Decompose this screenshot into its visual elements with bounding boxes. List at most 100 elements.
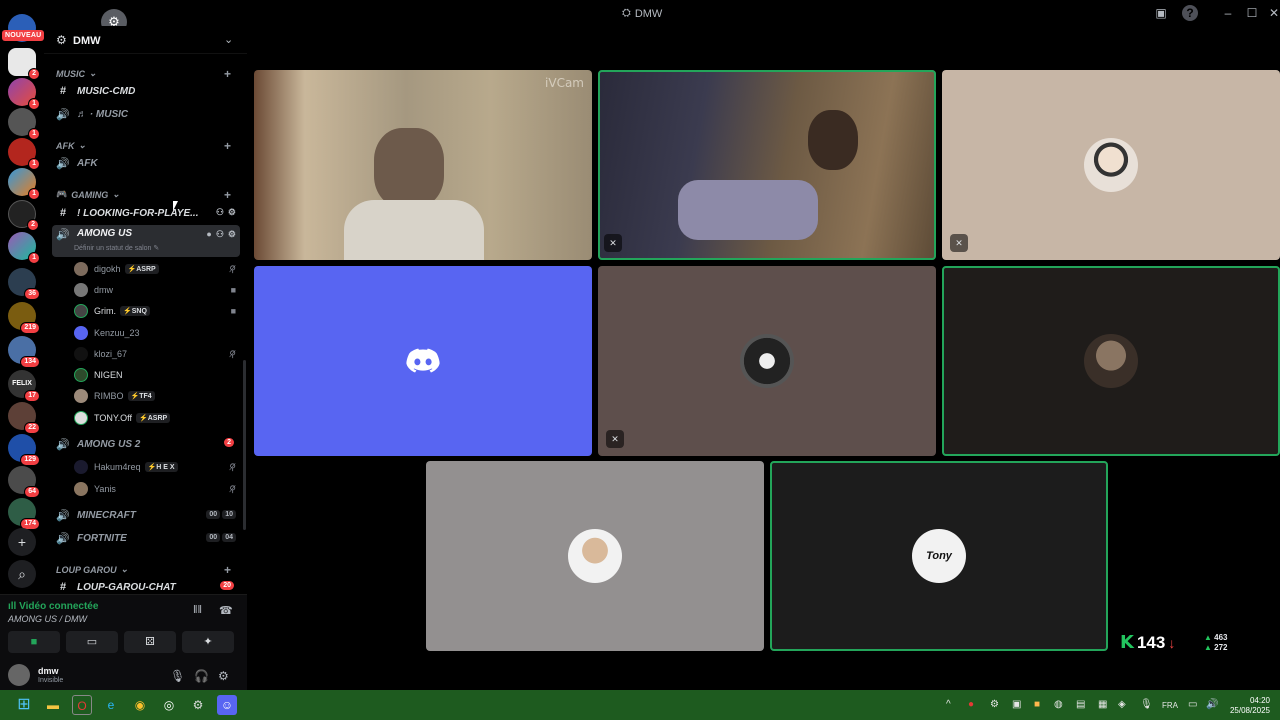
add-channel-icon[interactable]: + — [224, 67, 231, 81]
channel-looking-for-players[interactable]: # ! LOOKING-FOR-PLAYE... ⚇ ⚙ — [52, 203, 240, 223]
soundboard-button[interactable]: ✦ — [182, 631, 234, 653]
voice-location[interactable]: AMONG US / DMW — [8, 614, 87, 624]
tray-app-icon[interactable]: ◍ — [1054, 699, 1063, 710]
edge-icon[interactable]: e — [101, 695, 121, 715]
channel-afk[interactable]: 🔊 AFK — [52, 153, 240, 173]
voice-user[interactable]: digokh ⚡ASRP ⚲̸ — [74, 259, 240, 279]
server-blue2-icon[interactable]: 129 — [8, 434, 40, 466]
person-body — [678, 180, 818, 240]
video-tile-camera-1[interactable]: iVCam — [254, 70, 592, 260]
tray-app-icon[interactable]: ◈ — [1118, 699, 1126, 710]
tray-app-icon[interactable]: ■ — [1034, 699, 1040, 710]
opera-gx-icon[interactable]: O — [72, 695, 92, 715]
settings-icon[interactable]: ⚙ — [218, 669, 229, 683]
scrollbar[interactable] — [243, 360, 246, 530]
video-tile-camera-2[interactable]: ✕ — [598, 70, 936, 260]
close-button[interactable]: ✕ — [1266, 5, 1280, 21]
chevron-down-icon[interactable]: ⌄ — [224, 33, 233, 46]
voice-user[interactable]: dmw ■ — [74, 280, 240, 300]
category-loup-garou[interactable]: LOUP GAROU ⌄ + — [56, 563, 231, 577]
chat-icon[interactable]: ● — [206, 229, 211, 240]
add-server-icon[interactable]: + — [8, 528, 36, 556]
channel-minecraft[interactable]: 🔊 MINECRAFT 00 10 — [52, 505, 240, 525]
voice-user[interactable]: Kenzuu_23 — [74, 323, 240, 343]
video-tile-avatar-tony[interactable]: Tony — [770, 461, 1108, 651]
server-blue-icon[interactable]: 134 — [8, 336, 40, 368]
server-logo-icon[interactable]: 2 — [8, 48, 40, 80]
server-ship-icon[interactable]: 174 — [8, 498, 40, 530]
channel-status[interactable]: Définir un statut de salon ✎ — [74, 244, 159, 252]
add-channel-icon[interactable]: + — [224, 188, 231, 202]
clock[interactable]: 04:20 25/08/2025 — [1226, 696, 1270, 716]
microphone-icon[interactable]: 🎙 — [170, 669, 185, 683]
noise-suppression-icon[interactable]: ‖‖ — [193, 604, 202, 616]
video-tile-avatar-2[interactable]: ✕ — [598, 266, 936, 456]
server-grey-icon[interactable]: 1 — [8, 108, 40, 140]
voice-user[interactable]: Yanis ⚲̸ — [74, 479, 240, 499]
channel-music-cmd[interactable]: # MUSIC-CMD — [52, 81, 240, 101]
windows-start-icon[interactable]: ⊞ — [14, 695, 34, 715]
server-felix-icon[interactable]: FELIX 17 — [8, 370, 40, 402]
channel-music[interactable]: 🔊 ♬ · MUSIC — [52, 104, 240, 124]
headphones-icon[interactable]: 🎧 — [194, 669, 209, 683]
video-tile-avatar-1[interactable]: ✕ — [942, 70, 1280, 260]
microphone-icon[interactable]: 🎙 — [1140, 699, 1153, 710]
video-tile-avatar-3[interactable] — [942, 266, 1280, 456]
server-fighter-icon[interactable]: 22 — [8, 402, 40, 434]
language-indicator[interactable]: FRA — [1162, 701, 1178, 710]
channel-loup-garou-chat[interactable]: # LOUP-GAROU-CHAT 20 — [52, 577, 240, 594]
tray-app-icon[interactable]: ▣ — [1012, 699, 1021, 710]
tray-app-icon[interactable]: ▤ — [1076, 699, 1085, 710]
voice-user[interactable]: Grim. ⚡SNQ ■ — [74, 301, 240, 321]
help-icon[interactable]: ? — [1182, 5, 1198, 21]
camera-button[interactable]: ■ — [8, 631, 60, 653]
channel-among-us[interactable]: 🔊 AMONG US ● ⚇ ⚙ — [52, 225, 240, 257]
voice-user[interactable]: Hakum4req ⚡H E X ⚲̸ — [74, 457, 240, 477]
screen-share-button[interactable]: ▭ — [66, 631, 118, 653]
discord-taskbar-icon[interactable]: ☺ — [217, 695, 237, 715]
tray-chevron-icon[interactable]: ^ — [946, 699, 951, 710]
server-header[interactable]: ⚙ DMW ⌄ — [44, 26, 247, 54]
server-red-icon[interactable]: 1 — [8, 138, 40, 170]
voice-user[interactable]: NIGEN — [74, 365, 240, 385]
video-tile-discord[interactable] — [254, 266, 592, 456]
voice-user[interactable]: RIMBO ⚡TF4 — [74, 386, 240, 406]
discover-icon[interactable]: ⌕ — [8, 560, 36, 588]
tray-steam-icon[interactable]: ⚙ — [990, 699, 999, 710]
steam-icon[interactable]: ⚙ — [188, 695, 208, 715]
settings-icon[interactable]: ⚙ — [228, 229, 236, 240]
inbox-icon[interactable]: ▣ — [1153, 5, 1169, 21]
channel-fortnite[interactable]: 🔊 FORTNITE 00 04 — [52, 528, 240, 548]
voice-user[interactable]: TONY.Off ⚡ASRP — [74, 408, 240, 428]
server-rainbow-icon[interactable]: 1 — [8, 78, 40, 110]
maximize-button[interactable]: ☐ — [1244, 5, 1260, 21]
add-member-icon[interactable]: ⚇ — [216, 207, 224, 218]
disconnect-icon[interactable]: ☎ — [219, 604, 233, 617]
server-purple-icon[interactable]: 1 — [8, 232, 40, 264]
channel-among-us-2[interactable]: 🔊 AMONG US 2 2 — [52, 434, 240, 454]
add-channel-icon[interactable]: + — [224, 139, 231, 153]
category-music[interactable]: MUSIC ⌄ + — [56, 67, 231, 81]
category-afk[interactable]: AFK ⌄ + — [56, 139, 231, 153]
minimize-button[interactable]: – — [1220, 5, 1236, 21]
category-gaming[interactable]: 🎮 GAMING ⌄ + — [56, 188, 231, 202]
add-channel-icon[interactable]: + — [224, 563, 231, 577]
server-colorful-icon[interactable]: 1 — [8, 168, 40, 200]
video-tile-avatar-4[interactable] — [426, 461, 764, 651]
network-icon[interactable]: ▭ — [1188, 699, 1197, 710]
file-explorer-icon[interactable]: ▬ — [43, 695, 63, 715]
app-icon[interactable]: ◎ — [159, 695, 179, 715]
add-member-icon[interactable]: ⚇ — [216, 229, 224, 240]
server-round-icon[interactable]: 64 — [8, 466, 40, 498]
server-gold-icon[interactable]: 219 — [8, 302, 40, 334]
avatar[interactable] — [8, 664, 30, 686]
settings-icon[interactable]: ⚙ — [228, 207, 236, 218]
chrome-icon[interactable]: ◉ — [130, 695, 150, 715]
voice-user[interactable]: klozi_67 ⚲̸ — [74, 344, 240, 364]
activity-button[interactable]: ⚄ — [124, 631, 176, 653]
volume-icon[interactable]: 🔊 — [1206, 699, 1218, 710]
tray-app-icon[interactable]: ▦ — [1098, 699, 1107, 710]
server-dark-icon[interactable]: 2 — [8, 200, 39, 231]
server-anime-icon[interactable]: 36 — [8, 268, 40, 300]
tray-app-icon[interactable]: ● — [968, 699, 974, 710]
